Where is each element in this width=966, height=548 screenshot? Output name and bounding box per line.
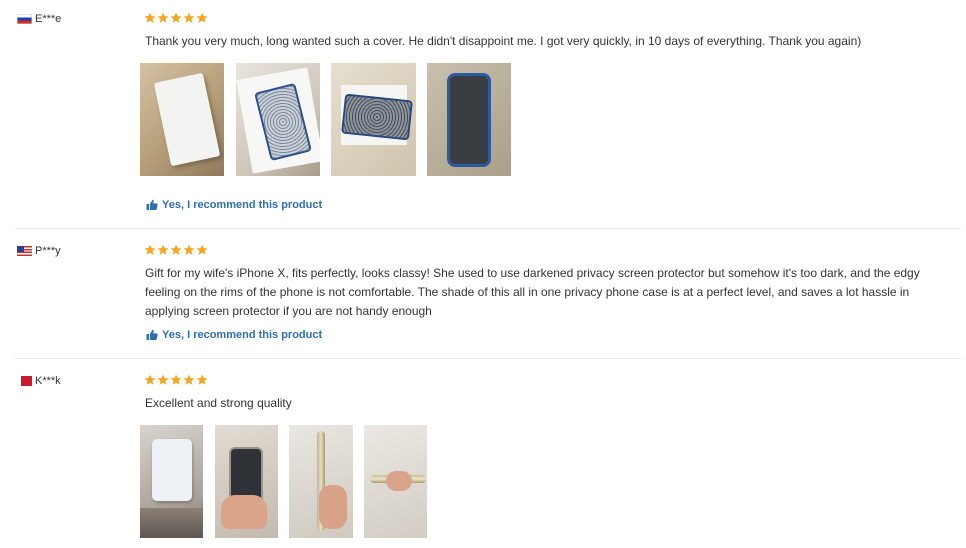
- review-text: Gift for my wife's iPhone X, fits perfec…: [145, 266, 920, 318]
- star-rating: [144, 374, 208, 386]
- star-icon: [183, 374, 195, 385]
- star-icon: [170, 374, 182, 385]
- review-photos: [140, 63, 511, 176]
- review-photo[interactable]: [140, 63, 224, 176]
- star-rating: [144, 12, 208, 24]
- star-icon: [170, 12, 182, 23]
- review-photo[interactable]: [140, 425, 203, 538]
- recommend-label: Yes, I recommend this product: [162, 329, 323, 341]
- recommend-link[interactable]: Yes, I recommend this product: [146, 199, 322, 211]
- review-photo[interactable]: [364, 425, 427, 538]
- usa-flag-icon: [17, 246, 32, 256]
- reviewer-info: K***k: [17, 375, 61, 387]
- reviewer-name: P***y: [35, 245, 61, 257]
- star-icon: [183, 244, 195, 255]
- review-item: K***k Excellent and strong quality: [0, 359, 966, 548]
- star-rating: [144, 244, 208, 256]
- reviewer-info: P***y: [17, 245, 61, 257]
- reviewer-info: E***e: [17, 13, 61, 25]
- review-photo[interactable]: [215, 425, 278, 538]
- star-icon: [196, 12, 208, 23]
- bahrain-flag-icon: [17, 376, 32, 386]
- russia-flag-icon: [17, 14, 32, 24]
- star-icon: [144, 374, 156, 385]
- star-icon: [196, 244, 208, 255]
- reviewer-name: K***k: [35, 375, 61, 387]
- review-photo[interactable]: [427, 63, 511, 176]
- thumbs-up-icon: [146, 329, 158, 340]
- review-photo[interactable]: [289, 425, 353, 538]
- star-icon: [144, 244, 156, 255]
- thumbs-up-icon: [146, 199, 158, 210]
- star-icon: [144, 12, 156, 23]
- star-icon: [157, 12, 169, 23]
- star-icon: [157, 374, 169, 385]
- review-photos: [140, 425, 427, 538]
- star-icon: [183, 12, 195, 23]
- reviewer-name: E***e: [35, 13, 62, 25]
- star-icon: [157, 244, 169, 255]
- recommend-label: Yes, I recommend this product: [162, 199, 323, 211]
- review-photo[interactable]: [236, 63, 320, 176]
- review-text: Excellent and strong quality: [145, 396, 292, 410]
- review-item: E***e Thank you very much, long wanted s…: [0, 0, 966, 228]
- review-photo[interactable]: [331, 63, 416, 176]
- star-icon: [170, 244, 182, 255]
- review-text: Thank you very much, long wanted such a …: [145, 34, 862, 48]
- review-item: P***y Gift for my wife's iPhone X, fits …: [0, 229, 966, 358]
- star-icon: [196, 374, 208, 385]
- recommend-link[interactable]: Yes, I recommend this product: [146, 329, 322, 341]
